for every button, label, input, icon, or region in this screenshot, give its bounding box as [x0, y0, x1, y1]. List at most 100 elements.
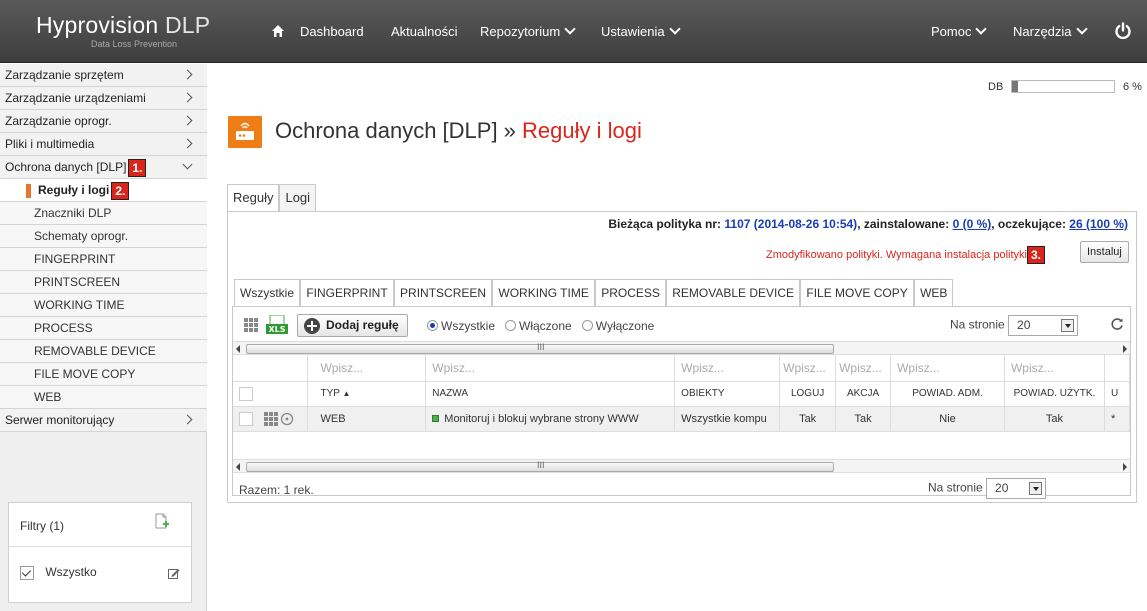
- sidebar-item-file-move-copy[interactable]: FILE MOVE COPY: [0, 363, 207, 386]
- column-header-extra[interactable]: U: [1104, 381, 1131, 407]
- sidebar-item-hardware[interactable]: Zarządzanie sprzętem: [0, 64, 207, 87]
- column-header-objects[interactable]: OBIEKTY: [674, 381, 781, 407]
- filter-log-input[interactable]: Wpisz...: [779, 355, 837, 382]
- home-icon[interactable]: [272, 25, 284, 37]
- sidebar-item-software-schemes[interactable]: Schematy oprogr.: [0, 225, 207, 248]
- tab-printscreen[interactable]: PRINTSCREEN: [394, 279, 493, 307]
- sidebar-item-files[interactable]: Pliki i multimedia: [0, 133, 207, 156]
- column-header-notify-admin[interactable]: POWIAD. ADM.: [890, 381, 1005, 407]
- add-filter-icon[interactable]: [155, 513, 169, 529]
- tab-rules[interactable]: Reguły: [227, 184, 280, 212]
- sidebar-item-label: Reguły i logi: [38, 183, 110, 197]
- sidebar-item-printscreen[interactable]: PRINTSCREEN: [0, 271, 207, 294]
- tab-file-move-copy[interactable]: FILE MOVE COPY: [800, 279, 914, 307]
- install-button[interactable]: Instaluj: [1080, 241, 1129, 263]
- nav-news[interactable]: Aktualności: [391, 24, 457, 39]
- xls-export-icon[interactable]: XLS: [266, 315, 288, 335]
- filter-notify-admin-input[interactable]: Wpisz...: [890, 355, 1005, 382]
- nav-help[interactable]: Pomoc: [931, 23, 988, 39]
- tab-working-time[interactable]: WORKING TIME: [492, 279, 595, 307]
- nav-settings[interactable]: Ustawienia: [601, 23, 681, 39]
- db-percent: 6 %: [1123, 81, 1142, 93]
- select-all-checkbox[interactable]: [239, 386, 253, 401]
- step-badge: 2.: [111, 181, 130, 200]
- column-header-action[interactable]: AKCJA: [835, 381, 892, 407]
- sort-asc-icon: ▲: [342, 389, 351, 398]
- db-usage-bar: [1011, 80, 1115, 93]
- filter-checkbox[interactable]: [20, 565, 34, 580]
- tab-web[interactable]: WEB: [914, 279, 954, 307]
- nav-repository[interactable]: Repozytorium: [480, 23, 576, 39]
- row-checkbox[interactable]: [239, 411, 253, 426]
- sidebar-item-dlp-tags[interactable]: Znaczniki DLP: [0, 202, 207, 225]
- sidebar-item-label: Zarządzanie sprzętem: [5, 68, 124, 82]
- cell-notify-user: Tak: [1004, 406, 1105, 432]
- grid-toolbar: XLS Dodaj regułę Wszystkie Włączone Wyłą…: [233, 307, 1130, 341]
- table-row[interactable]: WEB Monitoruj i blokuj wybrane strony WW…: [233, 406, 1131, 432]
- edit-icon[interactable]: [168, 567, 180, 579]
- grid-view-icon[interactable]: [244, 318, 258, 332]
- power-icon[interactable]: [1114, 22, 1132, 40]
- sidebar-item-removable-device[interactable]: REMOVABLE DEVICE: [0, 340, 207, 363]
- scroll-left-icon: [236, 463, 240, 471]
- sidebar-item-devices[interactable]: Zarządzanie urządzeniami: [0, 87, 207, 110]
- sidebar-item-software[interactable]: Zarządzanie oprogr.: [0, 110, 207, 133]
- logo[interactable]: Hyprovision DLP Data Loss Prevention: [36, 12, 211, 49]
- tab-fingerprint[interactable]: FINGERPRINT: [300, 279, 394, 307]
- total-records: Razem: 1 rek.: [239, 483, 314, 497]
- nav-dashboard[interactable]: Dashboard: [300, 24, 364, 39]
- sidebar-item-web[interactable]: WEB: [0, 386, 207, 409]
- filter-name-input[interactable]: Wpisz...: [425, 355, 676, 382]
- filter-type-input[interactable]: Wpisz...: [307, 355, 427, 382]
- tab-all[interactable]: Wszystkie: [234, 279, 300, 307]
- cell-log: Tak: [779, 406, 837, 432]
- sidebar-item-rules-logs[interactable]: Reguły i logi 2.: [0, 179, 207, 202]
- refresh-icon[interactable]: [1110, 317, 1124, 331]
- header-row: TYP ▲ NAZWA OBIEKTY LOGUJ AKCJA POWIAD. …: [233, 381, 1131, 407]
- nav-tools[interactable]: Narzędzia: [1013, 23, 1088, 39]
- sidebar-item-monitor-server[interactable]: Serwer monitorujący: [0, 409, 207, 432]
- sidebar-item-dlp[interactable]: Ochrona danych [DLP] 1.: [0, 156, 207, 179]
- sidebar-item-working-time[interactable]: WORKING TIME: [0, 294, 207, 317]
- per-page-select-bottom[interactable]: 20: [986, 478, 1047, 499]
- sidebar-item-label: Zarządzanie oprogr.: [5, 114, 112, 128]
- filter-action-input[interactable]: Wpisz...: [835, 355, 892, 382]
- column-header-notify-user[interactable]: POWIAD. UŻYTK.: [1004, 381, 1105, 407]
- tab-logs[interactable]: Logi: [279, 184, 317, 212]
- policy-pending-link[interactable]: 26 (100 %): [1069, 217, 1128, 231]
- horizontal-scrollbar-bottom[interactable]: III: [233, 459, 1130, 473]
- add-rule-button[interactable]: Dodaj regułę: [297, 314, 408, 337]
- per-page-select[interactable]: 20: [1008, 315, 1079, 336]
- row-action-icons: [264, 411, 294, 426]
- rules-table: Wpisz... Wpisz... Wpisz... Wpisz... Wpis…: [233, 355, 1131, 432]
- filter-row: Wszystko: [9, 547, 191, 580]
- chevron-down-icon: [668, 23, 681, 35]
- top-bar: Hyprovision DLP Data Loss Prevention Das…: [0, 0, 1147, 63]
- policy-installed-label: , zainstalowane:: [857, 217, 950, 231]
- scroll-thumb[interactable]: III: [246, 460, 834, 472]
- select-all-cell: [233, 381, 309, 407]
- row-menu-icon[interactable]: [264, 411, 294, 426]
- column-header-name[interactable]: NAZWA: [425, 381, 676, 407]
- radio-disabled[interactable]: [581, 320, 593, 331]
- per-page-top: Na stronie 20: [950, 315, 1079, 336]
- filter-objects-input[interactable]: Wpisz...: [674, 355, 781, 382]
- cell-notify-admin: Nie: [890, 406, 1005, 432]
- sidebar-item-fingerprint[interactable]: FINGERPRINT: [0, 248, 207, 271]
- radio-all[interactable]: [427, 320, 438, 331]
- tab-process[interactable]: PROCESS: [595, 279, 666, 307]
- per-page-bottom: Na stronie 20: [928, 478, 1047, 499]
- tab-removable-device[interactable]: REMOVABLE DEVICE: [666, 279, 801, 307]
- horizontal-scrollbar-top[interactable]: III: [233, 341, 1130, 355]
- column-header-log[interactable]: LOGUJ: [779, 381, 837, 407]
- radio-enabled[interactable]: [505, 320, 517, 331]
- grip-icon: III: [537, 460, 545, 470]
- policy-installed-link[interactable]: 0 (0 %): [953, 217, 992, 231]
- radio-enabled-label: Włączone: [519, 319, 572, 333]
- column-header-type[interactable]: TYP ▲: [307, 381, 427, 407]
- filter-notify-user-input[interactable]: Wpisz...: [1004, 355, 1105, 382]
- chevron-right-icon: [182, 115, 193, 126]
- sidebar-item-process[interactable]: PROCESS: [0, 317, 207, 340]
- scroll-thumb[interactable]: III: [246, 342, 834, 354]
- logo-suffix: DLP: [164, 12, 211, 38]
